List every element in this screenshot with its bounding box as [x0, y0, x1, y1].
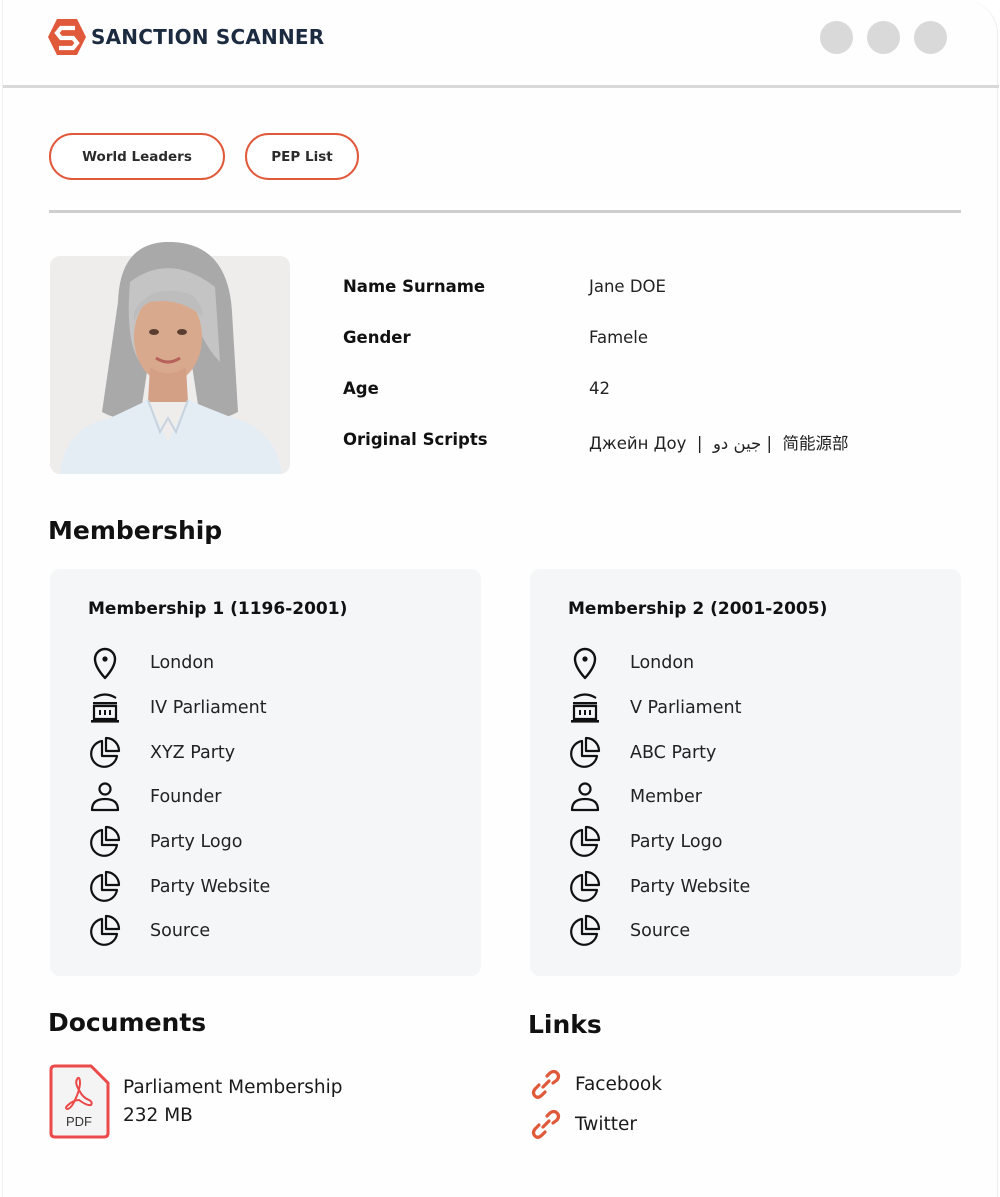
field-value: Famele [589, 328, 648, 347]
membership-detail-item: London [566, 641, 750, 686]
field-value: 42 [589, 379, 610, 398]
membership-detail-label: Founder [150, 787, 221, 807]
membership-detail-item: Party Logo [86, 820, 270, 865]
membership-detail-label: XYZ Party [150, 743, 235, 763]
membership-detail-item: Member [566, 775, 750, 820]
profile-photo [50, 256, 290, 474]
membership-detail-label: Member [630, 787, 702, 807]
user-icon [86, 778, 124, 816]
membership-detail-item: IV Parliament [86, 686, 270, 731]
membership-card: Membership 1 (1196-2001) London IV Parlia… [50, 569, 481, 976]
link-chain-icon [529, 1107, 563, 1141]
membership-detail-label: Source [630, 921, 690, 941]
divider [49, 210, 961, 213]
person-photo-icon [50, 242, 290, 474]
link-label[interactable]: Twitter [575, 1114, 637, 1135]
info-row-gender: Gender Famele [343, 328, 849, 379]
document-name[interactable]: Parliament Membership [123, 1074, 343, 1102]
membership-detail-item: Source [566, 909, 750, 954]
field-label: Age [343, 379, 589, 398]
pie-chart-icon [566, 868, 604, 906]
pie-chart-icon [86, 734, 124, 772]
title-bar: SANCTION SCANNER [3, 0, 999, 88]
pie-chart-icon [566, 734, 604, 772]
document-item[interactable]: PDF Parliament Membership 232 MB [49, 1064, 343, 1139]
membership-detail-item: London [86, 641, 270, 686]
window-control-dot[interactable] [820, 21, 853, 54]
membership-card-title: Membership 2 (2001-2005) [568, 599, 827, 619]
parliament-building-icon [566, 689, 604, 727]
field-value: Джейн Доу | جين دو | 简能源部 [589, 430, 849, 454]
pdf-file-icon: PDF [49, 1064, 110, 1139]
document-info: Parliament Membership 232 MB [123, 1074, 343, 1130]
link-twitter[interactable]: Twitter [529, 1104, 662, 1144]
location-pin-icon [86, 644, 124, 682]
link-chain-icon [529, 1067, 563, 1101]
membership-detail-item: Party Website [566, 864, 750, 909]
membership-details: London IV Parliament XYZ Party Founder Party… [86, 641, 270, 954]
document-size: 232 MB [123, 1102, 343, 1130]
membership-detail-label: Party Website [150, 877, 270, 897]
membership-detail-label: Source [150, 921, 210, 941]
profile-info: Name Surname Jane DOE Gender Famele Age … [343, 277, 849, 481]
window-control-dot[interactable] [867, 21, 900, 54]
app-window: SANCTION SCANNER World Leaders PEP List [2, 0, 998, 1197]
membership-details: London V Parliament ABC Party Member Party L… [566, 641, 750, 954]
brand-logo[interactable]: SANCTION SCANNER [47, 18, 324, 56]
info-row-name: Name Surname Jane DOE [343, 277, 849, 328]
membership-detail-item: Party Website [86, 864, 270, 909]
membership-detail-label: Party Logo [630, 832, 722, 852]
membership-detail-label: ABC Party [630, 743, 716, 763]
membership-detail-item: Source [86, 909, 270, 954]
parliament-building-icon [86, 689, 124, 727]
membership-detail-label: Party Website [630, 877, 750, 897]
membership-detail-item: V Parliament [566, 686, 750, 731]
membership-detail-label: Party Logo [150, 832, 242, 852]
membership-detail-item: ABC Party [566, 730, 750, 775]
pdf-type-label: PDF [66, 1114, 92, 1129]
membership-detail-label: IV Parliament [150, 698, 267, 718]
list-tags: World Leaders PEP List [49, 133, 359, 180]
membership-detail-label: London [630, 653, 694, 673]
info-row-age: Age 42 [343, 379, 849, 430]
links-heading: Links [528, 1010, 602, 1039]
field-value: Jane DOE [589, 277, 666, 296]
membership-detail-item: Founder [86, 775, 270, 820]
tag-world-leaders[interactable]: World Leaders [49, 133, 225, 180]
tag-pep-list[interactable]: PEP List [245, 133, 359, 180]
sanction-scanner-logo-icon [47, 18, 87, 56]
membership-heading: Membership [48, 516, 222, 545]
pie-chart-icon [86, 823, 124, 861]
membership-detail-label: V Parliament [630, 698, 741, 718]
membership-card-title: Membership 1 (1196-2001) [88, 599, 347, 619]
membership-detail-label: London [150, 653, 214, 673]
info-row-original-scripts: Original Scripts Джейн Доу | جين دو | 简能… [343, 430, 849, 481]
window-controls [820, 21, 947, 54]
membership-card: Membership 2 (2001-2005) London V Parliam… [530, 569, 961, 976]
field-label: Original Scripts [343, 430, 589, 449]
link-label[interactable]: Facebook [575, 1074, 662, 1095]
membership-detail-item: Party Logo [566, 820, 750, 865]
documents-heading: Documents [48, 1008, 206, 1037]
membership-detail-item: XYZ Party [86, 730, 270, 775]
pie-chart-icon [566, 912, 604, 950]
pie-chart-icon [566, 823, 604, 861]
pie-chart-icon [86, 868, 124, 906]
window-control-dot[interactable] [914, 21, 947, 54]
user-icon [566, 778, 604, 816]
field-label: Gender [343, 328, 589, 347]
links-list: Facebook Twitter [529, 1064, 662, 1144]
link-facebook[interactable]: Facebook [529, 1064, 662, 1104]
brand-name: SANCTION SCANNER [91, 25, 324, 49]
location-pin-icon [566, 644, 604, 682]
field-label: Name Surname [343, 277, 589, 296]
pie-chart-icon [86, 912, 124, 950]
